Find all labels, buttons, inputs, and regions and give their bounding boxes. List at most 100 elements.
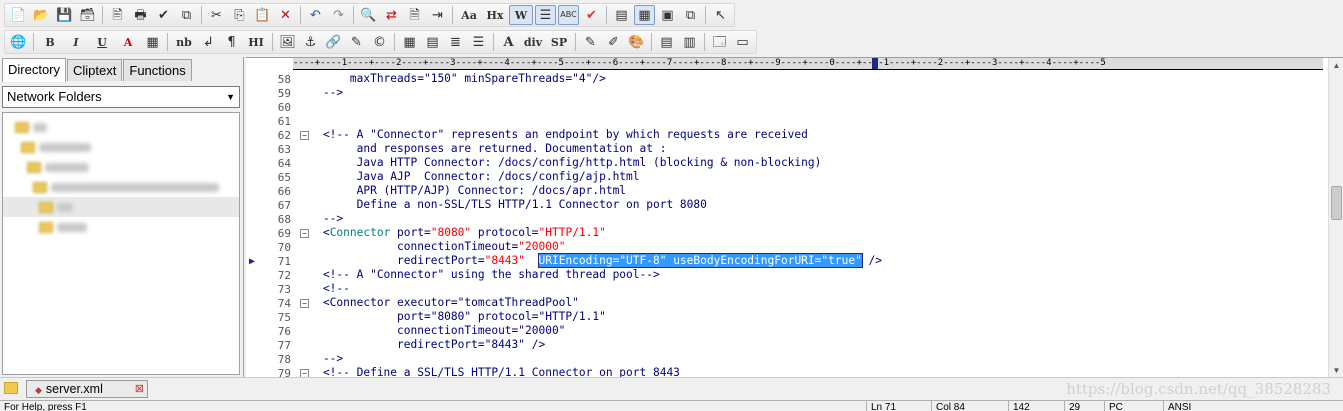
line-break-icon[interactable]: ↲: [198, 32, 219, 52]
font-color-button[interactable]: A: [116, 32, 140, 52]
nbsp-button[interactable]: nb: [172, 32, 196, 52]
horizontal-rule-button[interactable]: HI: [244, 32, 268, 52]
heading-icon[interactable]: Hx: [483, 5, 507, 25]
color-picker-icon[interactable]: ▦: [142, 32, 163, 52]
line-number: 76: [246, 324, 293, 338]
code-text-area[interactable]: maxThreads="150" minSpareThreads="4"/> -…: [296, 72, 1326, 378]
tree-item[interactable]: [27, 159, 89, 175]
ruler-toggle-icon[interactable]: ☰: [535, 5, 556, 25]
goto-icon[interactable]: ⇥: [427, 5, 448, 25]
link-icon[interactable]: 🔗: [323, 32, 344, 52]
spellcheck-icon[interactable]: ✔: [153, 5, 174, 25]
paste-icon[interactable]: 📋: [252, 5, 273, 25]
image-icon[interactable]: 🖼: [277, 32, 298, 52]
find-in-files-icon[interactable]: 🗎: [404, 5, 425, 25]
frame-icon[interactable]: ▤: [656, 32, 677, 52]
code-line[interactable]: <Connector executor="tomcatThreadPool": [296, 296, 1326, 310]
copy-icon[interactable]: ⎘: [229, 5, 250, 25]
folder-dropdown[interactable]: Network Folders ▼: [2, 86, 240, 108]
code-line[interactable]: port="8080" protocol="HTTP/1.1": [296, 310, 1326, 324]
save-icon[interactable]: 💾: [54, 5, 75, 25]
directory-tree[interactable]: [2, 112, 240, 375]
underline-button[interactable]: U: [90, 32, 114, 52]
help-cursor-icon[interactable]: ↖: [710, 5, 731, 25]
scroll-up-icon[interactable]: ▲: [1329, 58, 1343, 73]
cut-icon[interactable]: ✂: [206, 5, 227, 25]
replace-icon[interactable]: ⇄: [381, 5, 402, 25]
file-tab-server-xml[interactable]: ◆ server.xml ⊠: [26, 380, 148, 398]
tab-functions[interactable]: Functions: [123, 59, 192, 81]
code-line[interactable]: [296, 100, 1326, 114]
redo-icon[interactable]: ↷: [328, 5, 349, 25]
undo-icon[interactable]: ↶: [305, 5, 326, 25]
code-line[interactable]: redirectPort="8443" />: [296, 338, 1326, 352]
div-button[interactable]: div: [521, 32, 545, 52]
vertical-scrollbar[interactable]: ▲ ▼: [1328, 58, 1343, 378]
browser-icon[interactable]: 🌐: [8, 32, 29, 52]
scroll-down-icon[interactable]: ▼: [1329, 363, 1343, 378]
code-line[interactable]: -->: [296, 352, 1326, 366]
code-line[interactable]: <!--: [296, 282, 1326, 296]
copyright-icon[interactable]: ©: [369, 32, 390, 52]
window-icon[interactable]: ▭: [732, 32, 753, 52]
highlight-icon[interactable]: ✐: [603, 32, 624, 52]
view-icon[interactable]: ▤: [611, 5, 632, 25]
tile-icon[interactable]: ▣: [657, 5, 678, 25]
code-line[interactable]: -->: [296, 86, 1326, 100]
code-line[interactable]: -->: [296, 212, 1326, 226]
font-tag-icon[interactable]: A: [498, 32, 519, 52]
edit-icon[interactable]: ✎: [346, 32, 367, 52]
tree-item[interactable]: [21, 139, 91, 155]
code-line[interactable]: [296, 114, 1326, 128]
code-line[interactable]: APR (HTTP/AJP) Connector: /docs/apr.html: [296, 184, 1326, 198]
code-line[interactable]: connectionTimeout="20000": [296, 240, 1326, 254]
anchor-icon[interactable]: ⚓: [300, 32, 321, 52]
code-line[interactable]: Java AJP Connector: /docs/config/ajp.htm…: [296, 170, 1326, 184]
new-file-icon[interactable]: 📄: [8, 5, 29, 25]
tree-item[interactable]: [15, 119, 47, 135]
code-line[interactable]: Java HTTP Connector: /docs/config/http.h…: [296, 156, 1326, 170]
open-folder-icon[interactable]: 📂: [31, 5, 52, 25]
align-icon[interactable]: ≣: [445, 32, 466, 52]
italic-button[interactable]: I: [64, 32, 88, 52]
word-wrap-icon[interactable]: W: [509, 5, 533, 25]
code-line[interactable]: connectionTimeout="20000": [296, 324, 1326, 338]
code-editor[interactable]: ----+----1----+----2----+----3----+----4…: [246, 57, 1343, 380]
folder-icon[interactable]: [4, 382, 18, 394]
delete-icon[interactable]: ✕: [275, 5, 296, 25]
table-icon[interactable]: ▦: [399, 32, 420, 52]
code-line[interactable]: and responses are returned. Documentatio…: [296, 142, 1326, 156]
spellcheck-doc-icon[interactable]: ⧉: [176, 5, 197, 25]
preview-icon[interactable]: 🗔: [709, 32, 730, 52]
cascade-icon[interactable]: ⧉: [680, 5, 701, 25]
code-line[interactable]: redirectPort="8443" URIEncoding="UTF-8" …: [296, 253, 1326, 268]
tab-cliptext[interactable]: Cliptext: [67, 59, 123, 81]
code-line[interactable]: <Connector port="8080" protocol="HTTP/1.…: [296, 226, 1326, 240]
script-icon[interactable]: ✎: [580, 32, 601, 52]
hex-mode-icon[interactable]: ABC: [558, 5, 579, 25]
print-icon[interactable]: 🖶: [130, 5, 151, 25]
tree-item[interactable]: [33, 179, 219, 195]
close-tab-icon[interactable]: ⊠: [135, 381, 144, 397]
font-icon[interactable]: Aa: [457, 5, 481, 25]
code-line[interactable]: <!-- A "Connector" using the shared thre…: [296, 268, 1326, 282]
list-icon[interactable]: ☰: [468, 32, 489, 52]
validate-icon[interactable]: ✔: [581, 5, 602, 25]
code-line[interactable]: Define a non-SSL/TLS HTTP/1.1 Connector …: [296, 198, 1326, 212]
palette-icon[interactable]: 🎨: [626, 32, 647, 52]
form-icon[interactable]: ▤: [422, 32, 443, 52]
print-preview-icon[interactable]: 🖹: [107, 5, 128, 25]
column-mode-icon[interactable]: ▦: [634, 5, 655, 25]
code-line[interactable]: maxThreads="150" minSpareThreads="4"/>: [296, 72, 1326, 86]
tree-item[interactable]: [39, 219, 87, 235]
template-icon[interactable]: ▥: [679, 32, 700, 52]
tab-directory[interactable]: Directory: [2, 58, 67, 82]
tree-item-selected[interactable]: [3, 197, 239, 217]
code-line[interactable]: <!-- A "Connector" represents an endpoin…: [296, 128, 1326, 142]
find-icon[interactable]: 🔍: [358, 5, 379, 25]
paragraph-button[interactable]: ¶: [221, 32, 242, 52]
bold-button[interactable]: B: [38, 32, 62, 52]
save-all-icon[interactable]: 🗃: [77, 5, 98, 25]
span-button[interactable]: SP: [547, 32, 571, 52]
scrollbar-thumb[interactable]: [1331, 186, 1342, 220]
